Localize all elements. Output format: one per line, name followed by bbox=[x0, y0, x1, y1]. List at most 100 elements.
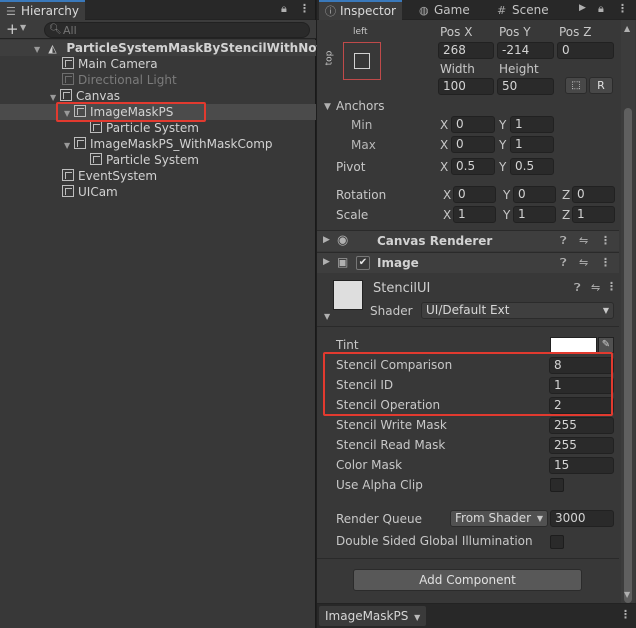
selected-object-button[interactable]: ImageMaskPS ▼ bbox=[319, 606, 427, 626]
height-label: Height bbox=[499, 62, 539, 76]
list-icon: ☰ bbox=[6, 5, 16, 18]
stencil-read-mask-field[interactable]: 255 bbox=[549, 437, 614, 454]
more-menu-icon[interactable]: ⋮ bbox=[299, 2, 310, 15]
unity-scene-icon: ◭ bbox=[48, 42, 57, 55]
render-queue-mode-dropdown[interactable]: From Shader ▼ bbox=[450, 510, 548, 527]
rotation-z-field[interactable]: 0 bbox=[572, 186, 615, 203]
tab-game-label: Game bbox=[434, 3, 470, 17]
tree-item-directional-light[interactable]: Directional Light bbox=[0, 72, 316, 88]
stencil-write-mask-label: Stencil Write Mask bbox=[336, 418, 447, 432]
more-menu-icon[interactable]: ⋮ bbox=[617, 2, 628, 15]
scale-y-field[interactable]: 1 bbox=[513, 206, 556, 223]
blueprint-mode-button[interactable]: ⬚ bbox=[565, 77, 587, 94]
axis-y-label: Y bbox=[499, 160, 507, 174]
tab-inspector-label: Inspector bbox=[340, 4, 396, 18]
scrollbar-thumb[interactable] bbox=[624, 108, 632, 603]
tab-inspector[interactable]: ⓘ Inspector bbox=[319, 0, 402, 20]
tree-item-eventsystem[interactable]: EventSystem bbox=[0, 168, 316, 184]
anchor-min-y-field[interactable]: 1 bbox=[510, 116, 554, 133]
pos-y-field[interactable]: -214 bbox=[497, 42, 554, 59]
tab-game[interactable]: ◍ Game bbox=[413, 0, 476, 20]
presets-icon[interactable]: ⇋ bbox=[591, 281, 600, 294]
material-name: StencilUI bbox=[373, 281, 431, 296]
color-mask-label: Color Mask bbox=[336, 458, 403, 472]
search-icon: 🔍︎ bbox=[49, 24, 62, 35]
raw-edit-button[interactable]: R bbox=[589, 77, 613, 94]
tree-item-label: Canvas bbox=[76, 89, 121, 103]
collapse-arrow-icon[interactable]: ▶ bbox=[323, 235, 330, 245]
scroll-up-arrow-icon[interactable]: ▲ bbox=[624, 24, 630, 33]
pos-x-field[interactable]: 268 bbox=[438, 42, 494, 59]
material-menu-icon[interactable]: ⋮ bbox=[606, 280, 617, 293]
tree-item-main-camera[interactable]: Main Camera bbox=[0, 56, 316, 72]
canvas-renderer-header[interactable]: ▶ ◉ Canvas Renderer ❓︎ ⇋ ⋮ bbox=[317, 230, 619, 251]
rotation-y-field[interactable]: 0 bbox=[513, 186, 556, 203]
render-queue-mode-value: From Shader bbox=[455, 511, 532, 525]
lock-icon[interactable]: 🔒︎ bbox=[598, 2, 604, 16]
stencil-write-mask-field[interactable]: 255 bbox=[549, 417, 614, 434]
tab-hierarchy[interactable]: ☰ Hierarchy bbox=[0, 0, 86, 20]
use-alpha-clip-checkbox[interactable] bbox=[550, 478, 564, 492]
pivot-x-field[interactable]: 0.5 bbox=[451, 158, 495, 175]
inspector-footer: ImageMaskPS ▼ ⋮ bbox=[317, 603, 636, 628]
rotation-x-field[interactable]: 0 bbox=[453, 186, 496, 203]
footer-menu-icon[interactable]: ⋮ bbox=[620, 608, 631, 621]
shader-dropdown[interactable]: UI/Default Ext ▼ bbox=[421, 302, 614, 319]
anchor-preset-button[interactable] bbox=[343, 42, 381, 80]
width-field[interactable]: 100 bbox=[438, 78, 494, 95]
tint-color-swatch[interactable] bbox=[550, 337, 597, 353]
axis-x-label: X bbox=[443, 188, 452, 202]
anchor-min-x-field[interactable]: 0 bbox=[451, 116, 495, 133]
axis-x-label: X bbox=[443, 208, 452, 222]
lock-icon[interactable]: 🔒︎ bbox=[281, 2, 287, 16]
anchor-preset-top-label: left bbox=[353, 27, 368, 37]
height-field[interactable]: 50 bbox=[497, 78, 554, 95]
tab-overflow-arrow-icon[interactable]: ▶ bbox=[579, 3, 586, 13]
tree-item-uicam[interactable]: UICam bbox=[0, 184, 316, 200]
pivot-y-field[interactable]: 0.5 bbox=[510, 158, 554, 175]
help-icon[interactable]: ❓︎ bbox=[560, 256, 567, 270]
component-menu-icon[interactable]: ⋮ bbox=[600, 256, 611, 269]
image-enabled-checkbox[interactable]: ✔ bbox=[356, 256, 370, 270]
anchor-max-y-field[interactable]: 1 bbox=[510, 136, 554, 153]
scroll-down-arrow-icon[interactable]: ▼ bbox=[624, 590, 630, 599]
hierarchy-search[interactable]: 🔍︎ bbox=[44, 22, 310, 38]
image-header[interactable]: ▶ ▣ ✔ Image ❓︎ ⇋ ⋮ bbox=[317, 252, 619, 273]
chevron-down-icon: ▼ bbox=[414, 613, 421, 622]
scale-z-field[interactable]: 1 bbox=[572, 206, 615, 223]
material-preview-swatch[interactable] bbox=[333, 280, 363, 310]
presets-icon[interactable]: ⇋ bbox=[579, 234, 588, 247]
collapse-arrow-icon[interactable]: ▶ bbox=[323, 257, 330, 267]
image-component-icon: ▣ bbox=[337, 255, 349, 269]
render-queue-field[interactable]: 3000 bbox=[550, 510, 614, 527]
tree-item-imagemaskps-withmaskcomp[interactable]: ▼ ImageMaskPS_WithMaskComp bbox=[0, 136, 316, 152]
hierarchy-toolbar: + ▼ 🔍︎ bbox=[0, 20, 316, 39]
anchors-foldout-icon[interactable]: ▼ bbox=[324, 102, 331, 112]
axis-z-label: Z bbox=[562, 188, 571, 202]
color-mask-field[interactable]: 15 bbox=[549, 457, 614, 474]
tree-item-particle-system-2[interactable]: Particle System bbox=[0, 152, 316, 168]
tree-item-particle-system-1[interactable]: Particle System bbox=[0, 120, 316, 136]
inspector-scrollbar[interactable]: ▲ ▼ bbox=[621, 20, 635, 603]
add-component-button[interactable]: Add Component bbox=[353, 569, 582, 591]
chevron-down-icon: ▼ bbox=[602, 306, 609, 315]
double-sided-gi-label: Double Sided Global Illumination bbox=[336, 534, 533, 548]
add-dropdown-chevron-icon[interactable]: ▼ bbox=[20, 23, 26, 32]
pos-z-field[interactable]: 0 bbox=[557, 42, 614, 59]
component-menu-icon[interactable]: ⋮ bbox=[600, 234, 611, 247]
tab-hierarchy-label: Hierarchy bbox=[21, 4, 80, 18]
add-icon[interactable]: + bbox=[6, 20, 19, 38]
scale-x-field[interactable]: 1 bbox=[453, 206, 496, 223]
help-icon[interactable]: ❓︎ bbox=[574, 281, 581, 295]
hierarchy-panel: ☰ Hierarchy 🔒︎ ⋮ + ▼ 🔍︎ ▼ ◭ ParticleSyste… bbox=[0, 0, 331, 628]
anchor-max-x-field[interactable]: 0 bbox=[451, 136, 495, 153]
search-input[interactable] bbox=[63, 23, 293, 37]
double-sided-gi-checkbox[interactable] bbox=[550, 535, 564, 549]
eyedropper-icon[interactable]: ✎ bbox=[598, 337, 614, 353]
help-icon[interactable]: ❓︎ bbox=[560, 234, 567, 248]
axis-z-label: Z bbox=[562, 208, 571, 222]
scene-row[interactable]: ▼ ◭ ParticleSystemMaskByStencilWithNotS bbox=[0, 40, 331, 56]
material-foldout-icon[interactable]: ▼ bbox=[324, 312, 330, 321]
presets-icon[interactable]: ⇋ bbox=[579, 256, 588, 269]
tab-scene[interactable]: # Scene bbox=[491, 0, 555, 20]
